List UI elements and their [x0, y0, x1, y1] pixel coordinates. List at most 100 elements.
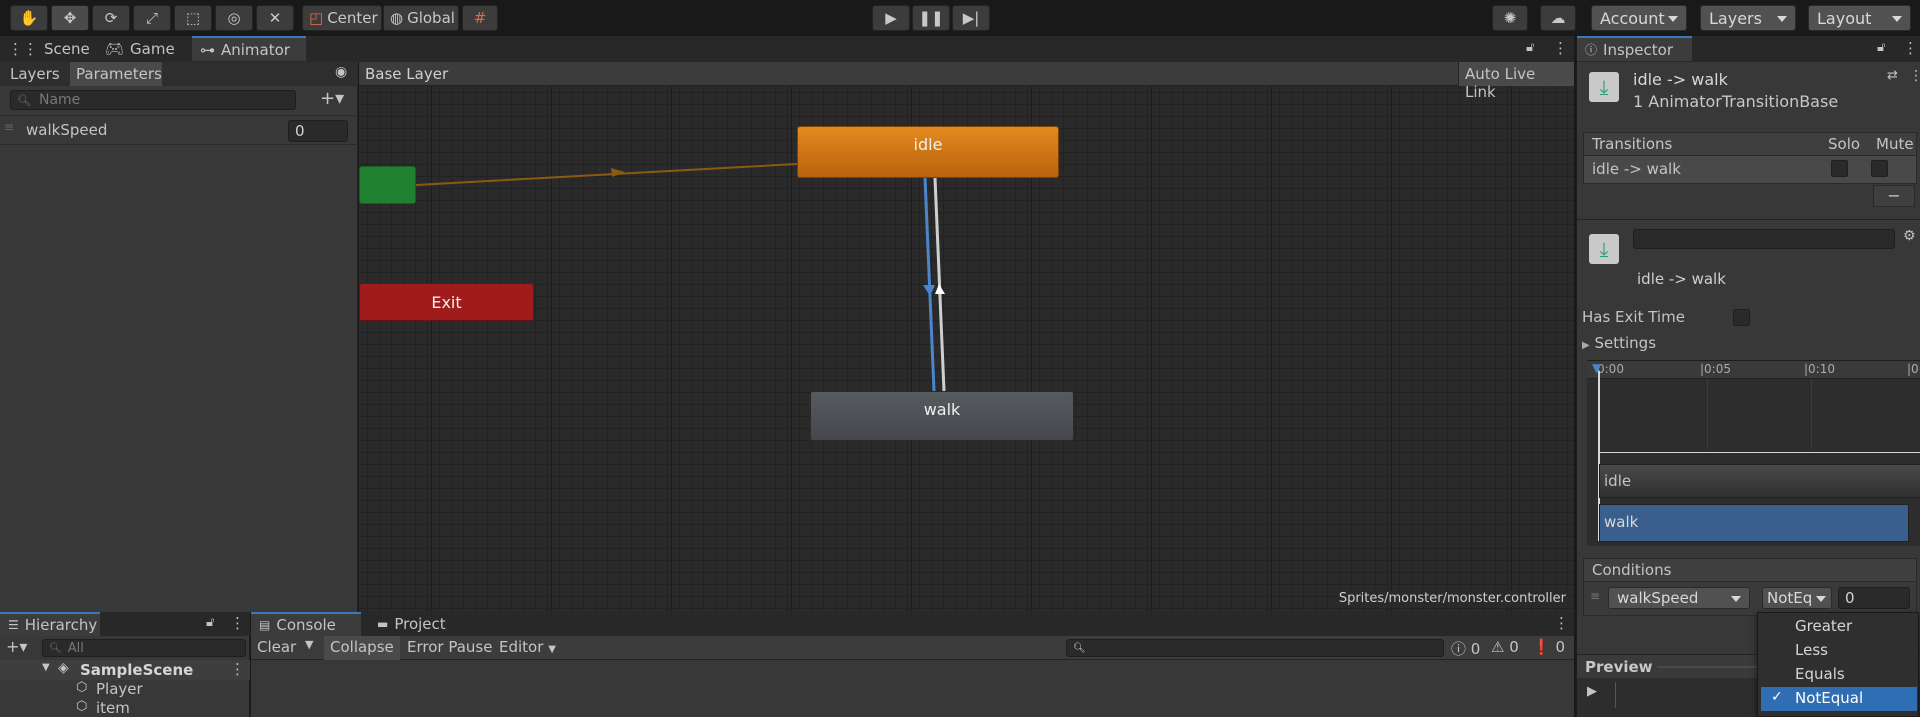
tab-scene[interactable]: ⋮⋮ Scene: [0, 36, 98, 61]
play-button[interactable]: ▶: [872, 5, 910, 31]
condition-parameter-dropdown[interactable]: walkSpeed: [1608, 587, 1750, 609]
menu-item-greater[interactable]: Greater: [1758, 615, 1920, 639]
idle-to-walk-line[interactable]: [923, 177, 936, 392]
layout-dropdown[interactable]: Layout: [1808, 5, 1911, 31]
track-walk[interactable]: walk: [1599, 504, 1909, 542]
condition-operator-dropdown[interactable]: NotEq: [1762, 587, 1832, 609]
state-walk[interactable]: walk: [810, 391, 1074, 441]
eye-icon[interactable]: ◉: [335, 64, 347, 80]
settings-foldout[interactable]: ▶ Settings: [1582, 334, 1656, 352]
preset-icon[interactable]: ⇄: [1887, 68, 1898, 83]
rect-tool-icon[interactable]: ⬚: [174, 5, 212, 31]
condition-row[interactable]: ≡ walkSpeed NotEq 0: [1583, 582, 1917, 616]
animator-graph[interactable]: Base Layer Auto Live Link Exit idle walk…: [359, 62, 1574, 612]
gear-icon[interactable]: ⚙: [1903, 228, 1916, 244]
rotate-tool-icon[interactable]: ⟳: [92, 5, 130, 31]
transform-tool-icon[interactable]: ◎: [215, 5, 253, 31]
clear-button[interactable]: Clear: [257, 638, 296, 656]
drag-handle-icon[interactable]: ≡: [4, 120, 14, 134]
lock-icon[interactable]: 🔓︎: [1877, 40, 1885, 55]
tab-parameters[interactable]: Parameters: [70, 62, 162, 86]
hierarchy-item[interactable]: ⬡ item: [0, 699, 250, 717]
state-exit[interactable]: Exit: [359, 283, 534, 321]
entry-transition-arrow-icon: [611, 168, 625, 177]
hand-tool-icon[interactable]: ✋: [10, 5, 48, 31]
hierarchy-item[interactable]: ⬡ Player: [0, 680, 250, 698]
transition-row[interactable]: idle -> walk: [1583, 156, 1917, 184]
menu-item-notequal[interactable]: ✓ NotEqual: [1761, 687, 1917, 711]
parameter-search-input[interactable]: 🔍︎ Name: [10, 90, 296, 110]
tab-project[interactable]: ▬ Project: [369, 612, 454, 636]
more-menu-icon[interactable]: ⋮: [1554, 614, 1569, 632]
lock-icon[interactable]: 🔓︎: [1526, 40, 1534, 55]
global-space-button[interactable]: ◍ Global: [383, 5, 459, 31]
timeline-tick: |0:10: [1804, 362, 1835, 376]
tab-animator-label: Animator: [221, 40, 290, 59]
tab-project-label: Project: [394, 615, 446, 633]
walk-to-idle-line[interactable]: [933, 177, 946, 392]
transition-name-input[interactable]: [1633, 229, 1895, 249]
layers-dropdown[interactable]: Layers: [1700, 5, 1796, 31]
custom-tool-icon[interactable]: ✕: [256, 5, 294, 31]
condition-value-input[interactable]: 0: [1838, 587, 1910, 609]
pivot-center-button[interactable]: ◰ Center: [302, 5, 382, 31]
remove-transition-button[interactable]: −: [1873, 185, 1915, 207]
tab-layers[interactable]: Layers: [0, 62, 70, 86]
tab-hierarchy-label: Hierarchy: [24, 616, 98, 634]
entry-transition-line[interactable]: [415, 163, 798, 186]
more-menu-icon[interactable]: ⋮: [230, 614, 245, 632]
info-count[interactable]: ⓘ 0: [1451, 638, 1480, 659]
editor-label: Editor: [499, 638, 544, 656]
hierarchy-add-button[interactable]: +▾: [6, 637, 27, 656]
more-menu-icon[interactable]: ⋮: [230, 660, 245, 678]
tab-console[interactable]: ▤ Console: [251, 612, 361, 636]
solo-checkbox[interactable]: [1831, 160, 1848, 177]
menu-item-less[interactable]: Less: [1758, 639, 1920, 663]
tab-inspector-label: Inspector: [1603, 40, 1673, 59]
warning-count[interactable]: ⚠ 0: [1491, 638, 1519, 656]
console-search-input[interactable]: 🔍︎: [1066, 639, 1444, 657]
more-menu-icon[interactable]: ⋮: [1903, 39, 1918, 57]
step-button[interactable]: ▶|: [952, 5, 990, 31]
transition-timeline[interactable]: 0:00 |0:05 |0:10 |0 ▼ idle walk: [1587, 360, 1920, 546]
state-idle[interactable]: idle: [797, 126, 1059, 178]
preview-play-button[interactable]: ▶: [1587, 684, 1597, 699]
collapse-button[interactable]: Collapse: [324, 636, 400, 660]
menu-item-equals[interactable]: Equals: [1758, 663, 1920, 687]
more-menu-icon[interactable]: ⋮: [1553, 39, 1568, 57]
scene-row[interactable]: ▼ ◈ SampleScene ⋮: [0, 660, 250, 680]
hierarchy-search-input[interactable]: 🔍︎ All: [42, 639, 246, 657]
track-idle[interactable]: idle: [1599, 464, 1920, 498]
unity-scene-icon: ◈: [58, 660, 69, 676]
more-menu-icon[interactable]: ⋮: [1909, 68, 1920, 84]
tab-animator[interactable]: ⊶ Animator: [192, 36, 306, 61]
drag-handle-icon[interactable]: ≡: [1590, 589, 1600, 603]
editor-dropdown[interactable]: Editor ▼: [499, 638, 556, 656]
global-label: Global: [407, 9, 455, 27]
has-exit-time-checkbox[interactable]: [1733, 309, 1750, 326]
track-idle-label: idle: [1604, 472, 1632, 490]
move-tool-icon[interactable]: ✥: [51, 5, 89, 31]
error-count[interactable]: ❗ 0: [1532, 638, 1565, 656]
transition-detail-icon: ⤓: [1589, 234, 1619, 264]
parameter-value-input[interactable]: 0: [288, 120, 348, 142]
clear-options-icon[interactable]: ▼: [305, 638, 313, 651]
account-dropdown[interactable]: Account: [1591, 5, 1687, 31]
parameter-row[interactable]: ≡ walkSpeed 0: [0, 115, 358, 145]
console-toolbar: Clear ▼ Collapse Error Pause Editor ▼ 🔍︎…: [251, 636, 1574, 660]
mute-checkbox[interactable]: [1871, 160, 1888, 177]
tab-hierarchy[interactable]: ☰ Hierarchy: [0, 612, 100, 636]
state-entry[interactable]: [359, 166, 416, 204]
grid-snap-icon[interactable]: #: [462, 5, 498, 31]
main-toolbar: ✋ ✥ ⟳ ⤢ ⬚ ◎ ✕ ◰ Center ◍ Global # ▶ ❚❚ ▶…: [0, 0, 1920, 36]
services-icon[interactable]: ✺: [1492, 5, 1528, 31]
expand-arrow-icon[interactable]: ▼: [42, 662, 50, 673]
error-pause-button[interactable]: Error Pause: [407, 638, 492, 656]
pause-button[interactable]: ❚❚: [912, 5, 950, 31]
tab-game[interactable]: 🎮︎ Game: [97, 36, 183, 61]
scale-tool-icon[interactable]: ⤢: [133, 5, 171, 31]
cloud-icon[interactable]: ☁: [1540, 5, 1576, 31]
add-parameter-button[interactable]: +▾: [320, 88, 344, 109]
tab-inspector[interactable]: ⓘ Inspector: [1577, 36, 1692, 61]
lock-icon[interactable]: 🔓︎: [206, 615, 214, 630]
